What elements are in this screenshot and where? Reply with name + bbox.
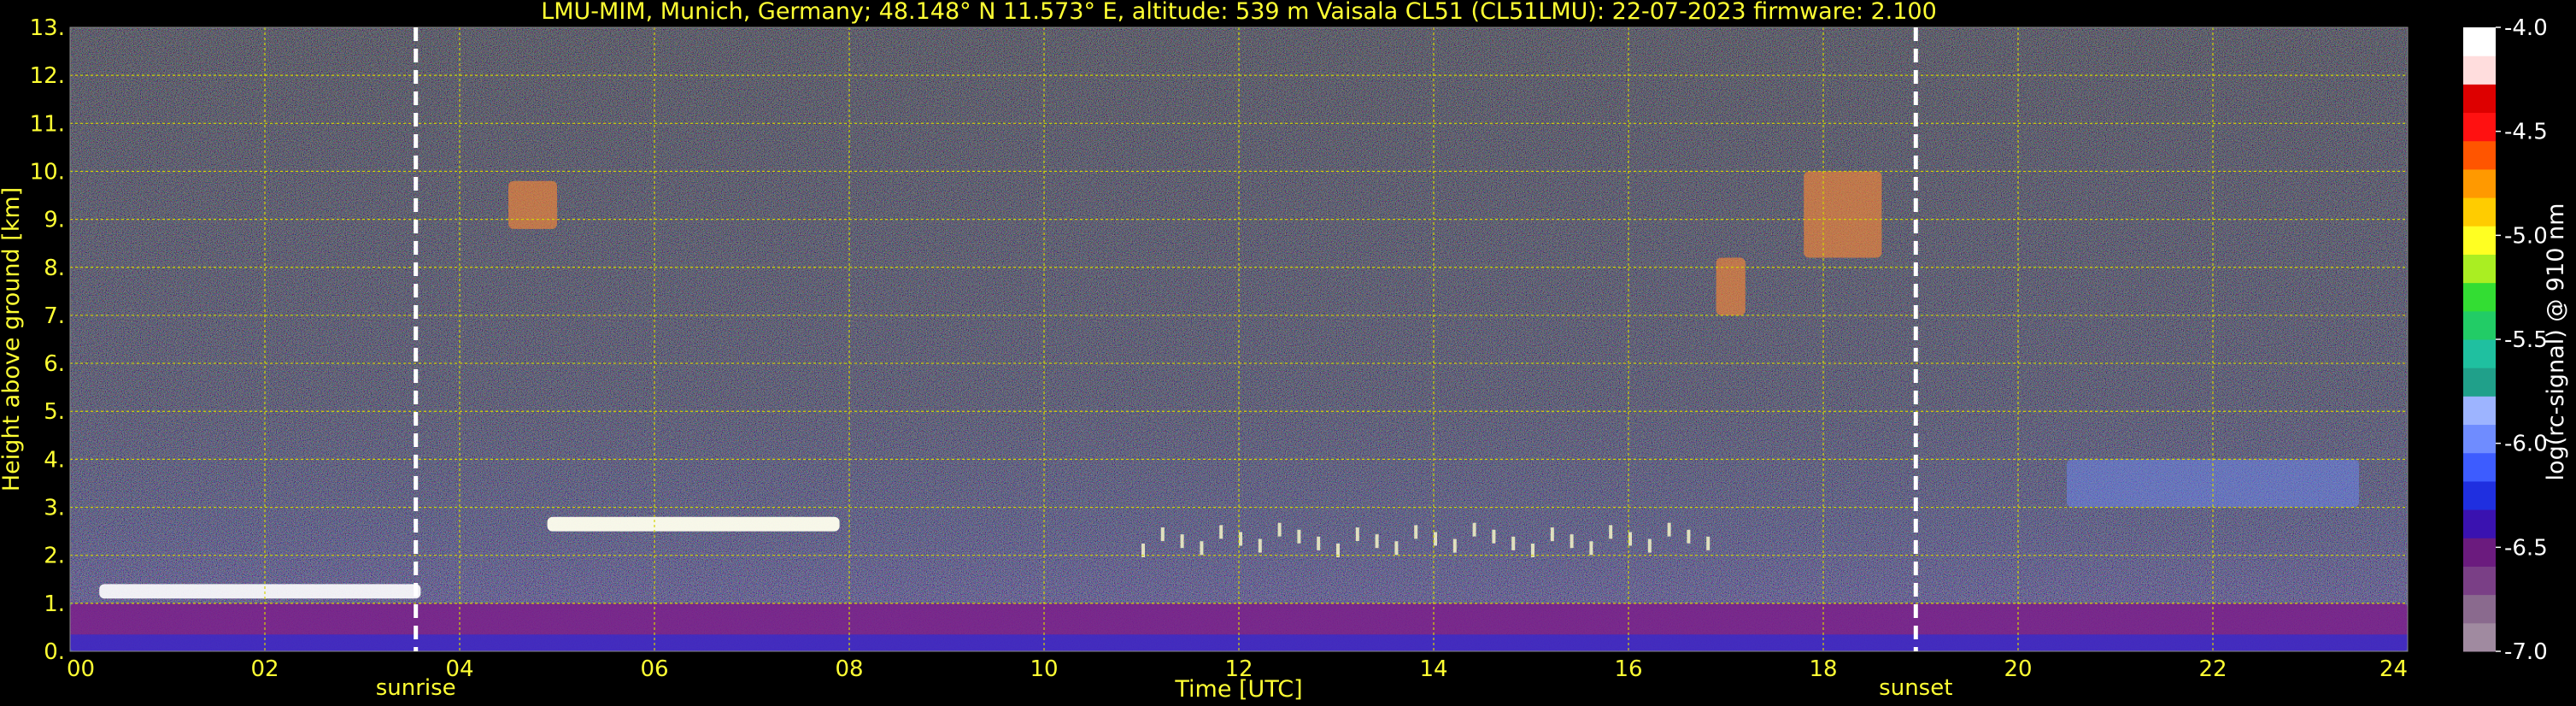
colorbar-segment (2463, 226, 2496, 255)
colorbar-tick-label: -4.0 (2504, 15, 2548, 41)
colorbar-segment (2463, 566, 2496, 596)
cloud-feature (1628, 532, 1632, 546)
x-tick-label: 20 (2004, 656, 2032, 682)
x-tick-label: 16 (1614, 656, 1642, 682)
colorbar-tick-label: -6.0 (2504, 432, 2548, 457)
aerosol-feature (99, 584, 421, 599)
cloud-feature (1219, 525, 1223, 539)
colorbar-segment (2463, 140, 2496, 170)
y-axis-label: Height above ground [km] (0, 187, 25, 491)
colorbar-tick-label: -5.0 (2504, 223, 2548, 249)
colorbar-segment (2463, 168, 2496, 198)
colorbar-label: log(rc-signal) @ 910 nm (2543, 203, 2569, 481)
x-tick-label: 22 (2198, 656, 2227, 682)
x-tick-label: 02 (250, 656, 279, 682)
colorbar-segment (2463, 27, 2496, 56)
colorbar-segment (2463, 509, 2496, 538)
marker-label: sunrise (376, 675, 456, 701)
cloud-feature (1570, 534, 1574, 549)
marker-label: sunset (1879, 675, 1952, 701)
cloud-feature (1394, 541, 1399, 556)
cloud-feature (1297, 529, 1301, 544)
y-tick-label: 2. (44, 544, 65, 569)
cloud-feature (1317, 536, 1321, 550)
y-tick-label: 12. (30, 63, 65, 89)
chart-title: LMU-MIM, Munich, Germany; 48.148° N 11.5… (541, 0, 1937, 25)
cloud-feature (1200, 541, 1204, 556)
cloud-feature (1434, 532, 1437, 546)
cloud-feature (1667, 522, 1671, 537)
x-tick-label: 14 (1419, 656, 1447, 682)
cloud-feature (1160, 527, 1165, 542)
colorbar-tick-label: -5.5 (2504, 327, 2548, 353)
colorbar-segment (2463, 254, 2496, 284)
colorbar-segment (2463, 452, 2496, 482)
colorbar-segment (2463, 424, 2496, 454)
y-tick-label: 3. (44, 496, 65, 521)
colorbar-segment (2463, 368, 2496, 397)
cloud-feature (1511, 536, 1516, 550)
aerosol-feature (1804, 171, 1882, 258)
x-tick-label: 00 (67, 656, 95, 682)
y-tick-label: 6. (44, 351, 65, 377)
y-tick-label: 8. (44, 256, 65, 281)
aerosol-feature (1716, 257, 1746, 315)
x-tick-label: 24 (2379, 656, 2408, 682)
aerosol-feature (508, 180, 557, 229)
colorbar-segment (2463, 282, 2496, 312)
y-tick-label: 4. (44, 447, 65, 473)
cloud-feature (1414, 525, 1418, 539)
y-tick-label: 13. (30, 15, 65, 41)
x-tick-label: 08 (835, 656, 863, 682)
colorbar-segment (2463, 594, 2496, 624)
cloud-feature (1452, 538, 1457, 553)
colorbar-segment (2463, 112, 2496, 142)
colorbar-segment (2463, 480, 2496, 510)
cloud-feature (1589, 541, 1593, 556)
cloud-feature (1550, 527, 1554, 542)
colorbar-tick-label: -7.0 (2504, 639, 2548, 665)
cloud-feature (1687, 529, 1691, 544)
colorbar-segment (2463, 197, 2496, 227)
y-tick-label: 10. (30, 159, 65, 185)
x-tick-label: 18 (1809, 656, 1837, 682)
ceilometer-chart: LMU-MIM, Munich, Germany; 48.148° N 11.5… (0, 0, 2569, 703)
colorbar (2463, 27, 2496, 652)
cloud-feature (1258, 538, 1262, 553)
y-tick-label: 9. (44, 208, 65, 233)
x-tick-label: 10 (1030, 656, 1058, 682)
colorbar-segment (2463, 310, 2496, 340)
x-tick-label: 06 (640, 656, 668, 682)
colorbar-segment (2463, 84, 2496, 114)
colorbar-segment (2463, 56, 2496, 85)
cloud-feature (1180, 534, 1184, 549)
colorbar-segment (2463, 396, 2496, 426)
cloud-feature (1355, 527, 1359, 542)
cloud-feature (1472, 522, 1476, 537)
aerosol-feature (547, 516, 840, 532)
x-tick-label: 04 (445, 656, 473, 682)
colorbar-tick-label: -6.5 (2504, 535, 2548, 561)
cloud-feature (1277, 522, 1282, 537)
cloud-feature (1239, 532, 1242, 546)
colorbar-segment (2463, 538, 2496, 567)
y-tick-label: 11. (30, 111, 65, 137)
x-axis-label: Time [UTC] (1174, 676, 1302, 703)
cloud-feature (1647, 538, 1652, 553)
colorbar-segment (2463, 622, 2496, 652)
y-tick-label: 0. (44, 639, 65, 665)
cloud-feature (1492, 529, 1496, 544)
cloud-feature (1609, 525, 1613, 539)
cloud-feature (1375, 534, 1379, 549)
colorbar-segment (2463, 339, 2496, 368)
colorbar-tick-label: -4.5 (2504, 120, 2548, 145)
y-tick-label: 1. (44, 591, 65, 617)
y-tick-label: 5. (44, 399, 65, 425)
y-tick-label: 7. (44, 303, 65, 329)
cloud-feature (1706, 536, 1710, 550)
